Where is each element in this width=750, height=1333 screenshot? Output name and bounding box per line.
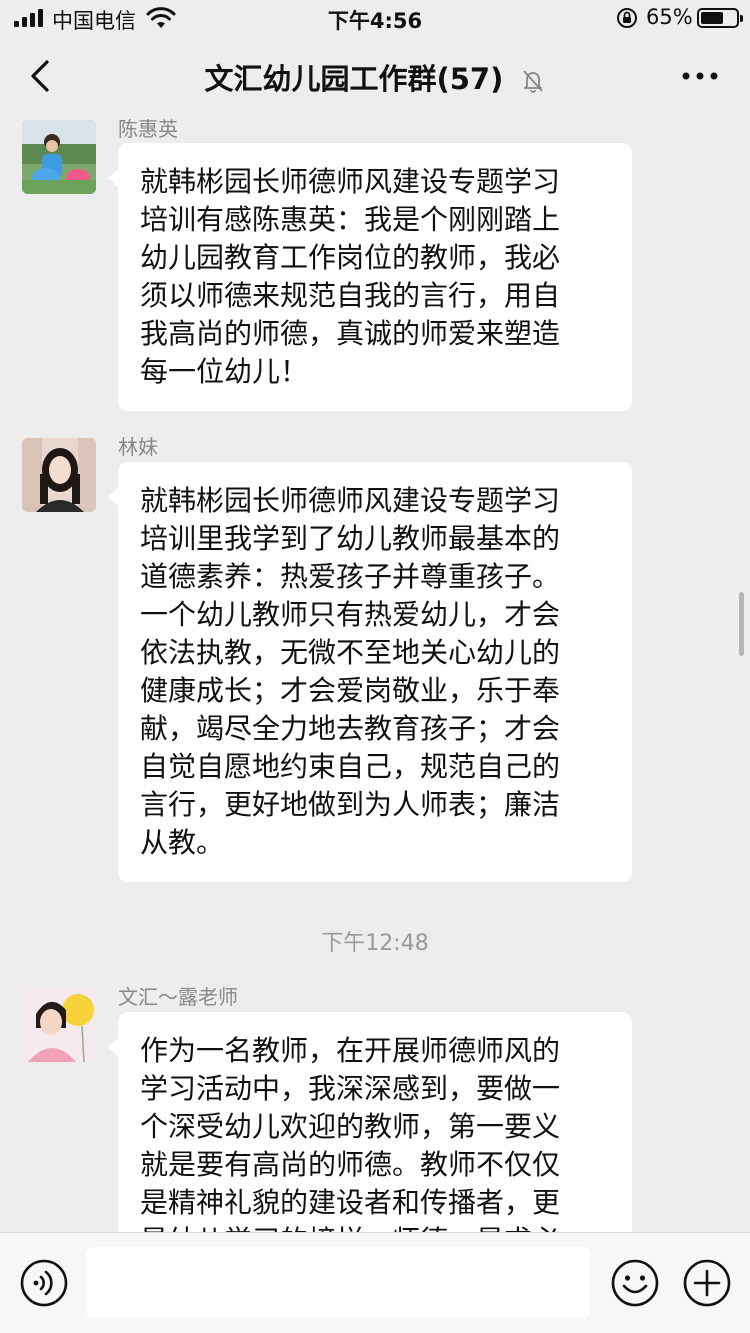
nav-bar: 文汇幼儿园工作群(57) [0, 36, 750, 116]
message-line: 学习活动中，我深深感到，要做一 [140, 1072, 561, 1105]
message-line: 就是要有高尚的师德。教师不仅仅 [140, 1148, 561, 1181]
avatar[interactable] [22, 438, 96, 512]
message-line: 每一位幼儿！ [140, 355, 309, 388]
message-input[interactable] [86, 1247, 590, 1319]
message-line: 献，竭尽全力地去教育孩子；才会 [140, 712, 561, 745]
message-line: 须以师德来规范自我的言行，用自 [140, 279, 561, 312]
more-dots-icon[interactable] [678, 60, 722, 92]
message-bubble[interactable]: 就韩彬园长师德师风建设专题学习 培训里我学到了幼儿教师最基本的 道德素养：热爱孩… [108, 462, 632, 882]
input-bar [0, 1232, 750, 1333]
battery-icon [697, 8, 743, 28]
status-bar: 中国电信 下午4:56 65% [0, 0, 750, 36]
message-bubble[interactable]: 作为一名教师，在开展师德师风的 学习活动中，我深深感到，要做一 个深受幼儿欢迎的… [108, 1012, 632, 1233]
message-line: 就韩彬园长师德师风建设专题学习 [140, 165, 561, 198]
message-line: 言行，更好地做到为人师表；廉洁 [140, 788, 561, 821]
message-line: 我高尚的师德，真诚的师爱来塑造 [140, 317, 561, 350]
scroll-indicator[interactable] [739, 592, 744, 656]
message-line: 培训里我学到了幼儿教师最基本的 [140, 522, 561, 555]
message-line: 自觉自愿地约束自己，规范自己的 [140, 750, 561, 783]
message-bubble[interactable]: 就韩彬园长师德师风建设专题学习 培训有感陈惠英：我是个刚刚踏上 幼儿园教育工作岗… [108, 143, 632, 411]
message-line: 就韩彬园长师德师风建设专题学习 [140, 484, 561, 517]
message-line: 个深受幼儿欢迎的教师，第一要义 [140, 1110, 561, 1143]
message-line: 一个幼儿教师只有热爱幼儿，才会 [140, 598, 561, 631]
message-line: 健康成长；才会爱岗敬业，乐于奉 [140, 674, 561, 707]
bell-off-icon [523, 70, 544, 93]
battery-percent: 65% [646, 5, 693, 29]
avatar[interactable] [22, 988, 96, 1062]
chat-list[interactable]: 陈惠英 就韩彬园长师德师风建设专题学习 培训有感陈惠英：我是个刚刚踏上 幼儿园教… [0, 116, 750, 1233]
message-line: 培训有感陈惠英：我是个刚刚踏上 [140, 203, 561, 236]
message-line: 依法执教，无微不至地关心幼儿的 [140, 636, 561, 669]
plus-circle-icon[interactable] [682, 1258, 732, 1308]
avatar[interactable] [22, 120, 96, 194]
sender-name: 陈惠英 [118, 117, 178, 141]
message-line: 幼儿园教育工作岗位的教师，我必 [140, 241, 561, 274]
message-line: 是精神礼貌的建设者和传播者，更 [140, 1186, 561, 1219]
voice-icon[interactable] [19, 1258, 69, 1308]
chat-timestamp: 下午12:48 [321, 931, 429, 956]
battery-fill [701, 12, 723, 24]
sender-name: 林妹 [118, 435, 158, 459]
rotation-lock-icon [617, 8, 637, 28]
chat-title: 文汇幼儿园工作群(57) [204, 62, 504, 96]
chat-title-wrap[interactable]: 文汇幼儿园工作群(57) [0, 56, 750, 98]
emoji-icon[interactable] [610, 1258, 660, 1308]
message-line: 道德素养：热爱孩子并尊重孩子。 [140, 560, 561, 593]
message-line: 从教。 [140, 826, 225, 859]
message-line: 作为一名教师，在开展师德师风的 [140, 1034, 561, 1067]
sender-name: 文汇～露老师 [118, 985, 238, 1009]
